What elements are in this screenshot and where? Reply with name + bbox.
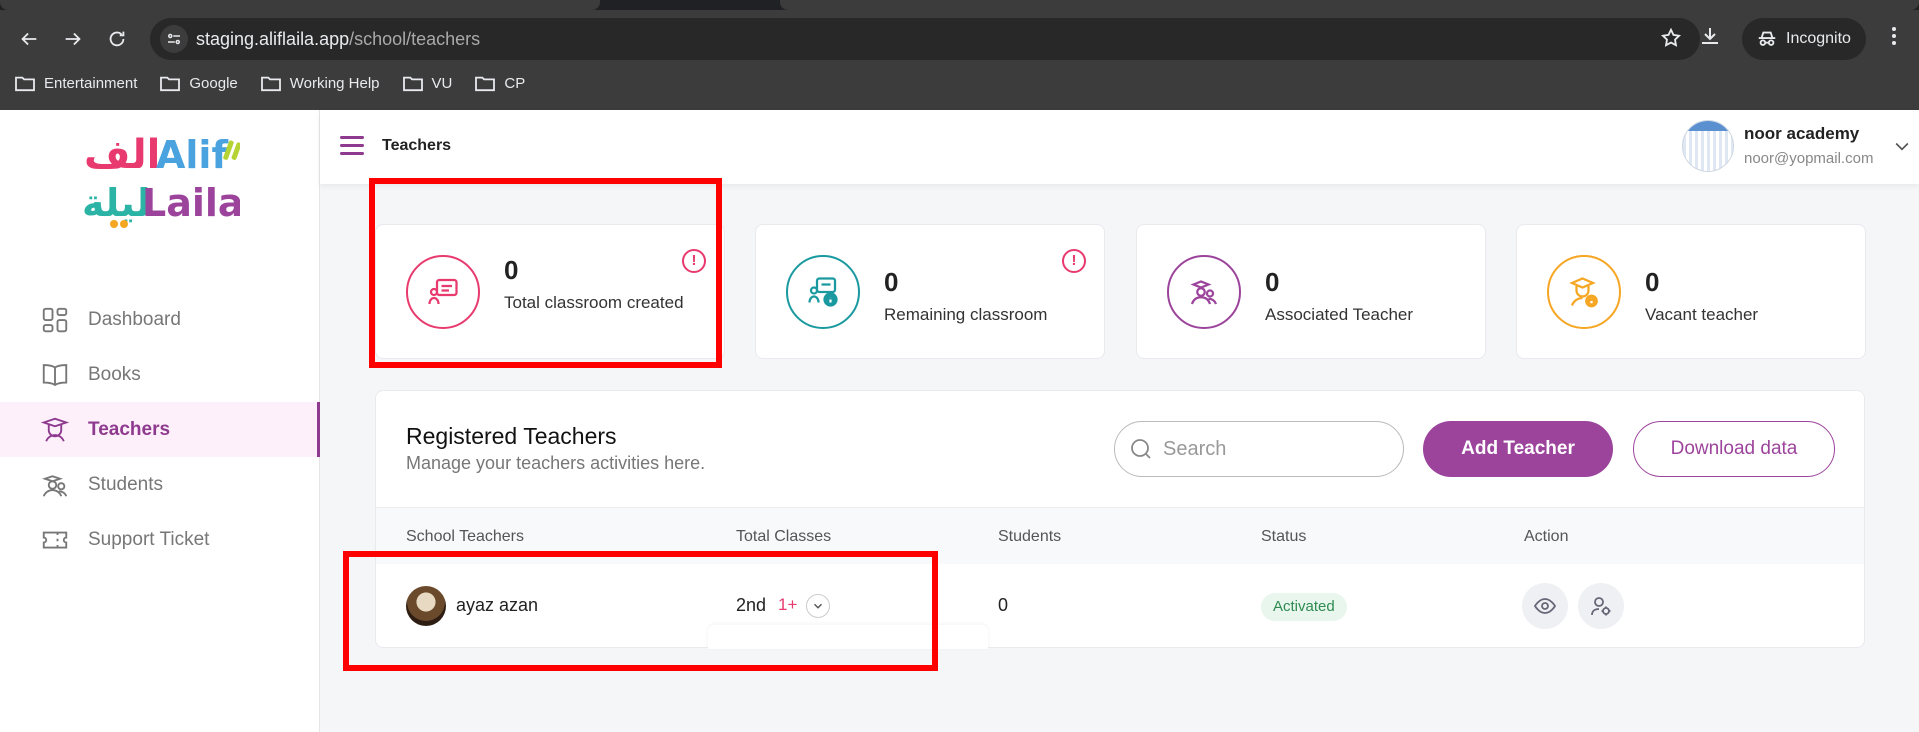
bookmark-cp[interactable]: CP: [474, 74, 525, 92]
back-icon[interactable]: [14, 24, 44, 54]
search-input[interactable]: [1163, 437, 1383, 461]
page-title: Teachers: [382, 137, 452, 154]
sidebar-item-label: Dashboard: [88, 308, 181, 330]
folder-icon: [15, 76, 35, 92]
download-data-button[interactable]: Download data: [1633, 421, 1835, 477]
app-header: Teachers noor academy noor@yopmail.com: [320, 110, 1919, 184]
chevron-down-icon[interactable]: [1892, 136, 1912, 161]
avatar[interactable]: [1682, 120, 1734, 172]
browser-tab[interactable]: [0, 0, 600, 10]
search-box[interactable]: [1114, 421, 1404, 477]
user-name: noor academy: [1744, 124, 1860, 143]
folder-icon: [402, 76, 423, 92]
address-bar[interactable]: staging.aliflaila.app/school/teachers: [150, 18, 1700, 60]
column-header: Status: [1261, 528, 1307, 545]
user-settings-icon[interactable]: [1578, 583, 1624, 629]
browser-chrome: staging.aliflaila.app/school/teachers In…: [0, 0, 1919, 110]
browser-menu-icon[interactable]: [1882, 24, 1906, 53]
incognito-icon: [1758, 31, 1776, 46]
column-header: Total Classes: [736, 528, 832, 545]
stat-card-remaining-classroom: 0 Remaining classroom !: [755, 224, 1105, 359]
sidebar-item-dashboard[interactable]: Dashboard: [0, 292, 320, 347]
browser-tab[interactable]: [780, 0, 1919, 10]
sidebar-nav: Dashboard Books Teachers Students Suppor…: [0, 292, 320, 567]
bookmark-google[interactable]: Google: [159, 74, 238, 92]
stat-label: Vacant teacher: [1645, 305, 1759, 324]
view-eye-icon[interactable]: [1522, 583, 1568, 629]
students-icon: [42, 474, 68, 497]
svg-text:Laila: Laila: [142, 181, 240, 225]
teacher-group-icon: [1167, 255, 1241, 329]
forward-icon[interactable]: [58, 24, 88, 54]
stat-value: 0: [1265, 267, 1280, 297]
bookmarks-bar: Entertainment Google Working Help VU CP: [14, 74, 525, 92]
folder-icon: [260, 76, 281, 92]
info-icon[interactable]: !: [1062, 249, 1086, 273]
sidebar-item-label: Students: [88, 473, 163, 495]
folder-icon: [160, 76, 181, 92]
svg-text:Alif: Alif: [156, 133, 228, 177]
svg-text:الف: الف: [84, 132, 160, 178]
sidebar-item-label: Teachers: [88, 418, 171, 440]
app-sidebar: الف Alif ليلة Laila Dashboard Books Teac…: [0, 110, 320, 732]
bookmark-vu[interactable]: VU: [402, 74, 452, 92]
panel-subtitle: Manage your teachers activities here.: [406, 453, 706, 473]
alif-laila-logo[interactable]: الف Alif ليلة Laila: [80, 124, 240, 234]
svg-text:ليلة: ليلة: [82, 181, 150, 225]
search-icon: [1131, 439, 1151, 459]
panel-title: Registered Teachers: [406, 423, 617, 449]
stat-card-vacant-teacher: 0 Vacant teacher: [1516, 224, 1866, 359]
stat-label: Associated Teacher: [1265, 305, 1414, 324]
download-icon[interactable]: [1698, 24, 1722, 53]
dashboard-icon: [42, 307, 68, 332]
column-header: School Teachers: [406, 528, 524, 545]
stat-value: 0: [1645, 267, 1660, 297]
user-email: noor@yopmail.com: [1744, 150, 1874, 167]
stat-value: 0: [884, 267, 899, 297]
incognito-label: Incognito: [1786, 30, 1851, 47]
menu-toggle-icon[interactable]: [340, 136, 364, 156]
vacant-teacher-icon: [1547, 255, 1621, 329]
column-header: Students: [998, 528, 1062, 545]
sidebar-item-books[interactable]: Books: [0, 347, 320, 402]
sidebar-item-teachers[interactable]: Teachers: [0, 402, 320, 457]
reload-icon[interactable]: [102, 24, 132, 54]
stat-card-associated-teacher: 0 Associated Teacher: [1136, 224, 1486, 359]
book-icon: [42, 363, 68, 386]
bookmark-working-help[interactable]: Working Help: [260, 74, 380, 92]
site-settings-icon[interactable]: [160, 25, 188, 53]
ticket-icon: [42, 531, 68, 548]
classroom-info-icon: [786, 255, 860, 329]
sidebar-item-label: Support Ticket: [88, 528, 210, 550]
bookmark-star-icon[interactable]: [1660, 27, 1682, 54]
highlight-box: [369, 178, 722, 368]
status-badge: Activated: [1261, 593, 1347, 621]
column-header: Action: [1524, 528, 1569, 545]
sidebar-item-support-ticket[interactable]: Support Ticket: [0, 512, 320, 567]
url-text: staging.aliflaila.app/school/teachers: [196, 29, 481, 49]
tab-strip: [0, 0, 1919, 10]
stat-label: Remaining classroom: [884, 305, 1048, 324]
teacher-icon: [40, 417, 70, 442]
folder-icon: [475, 76, 496, 92]
incognito-indicator[interactable]: Incognito: [1742, 18, 1866, 60]
sidebar-item-students[interactable]: Students: [0, 457, 320, 512]
highlight-box: [343, 551, 938, 671]
students-count: 0: [998, 595, 1009, 615]
sidebar-item-label: Books: [88, 363, 141, 385]
bookmark-entertainment[interactable]: Entertainment: [14, 74, 137, 92]
add-teacher-button[interactable]: Add Teacher: [1423, 421, 1613, 477]
